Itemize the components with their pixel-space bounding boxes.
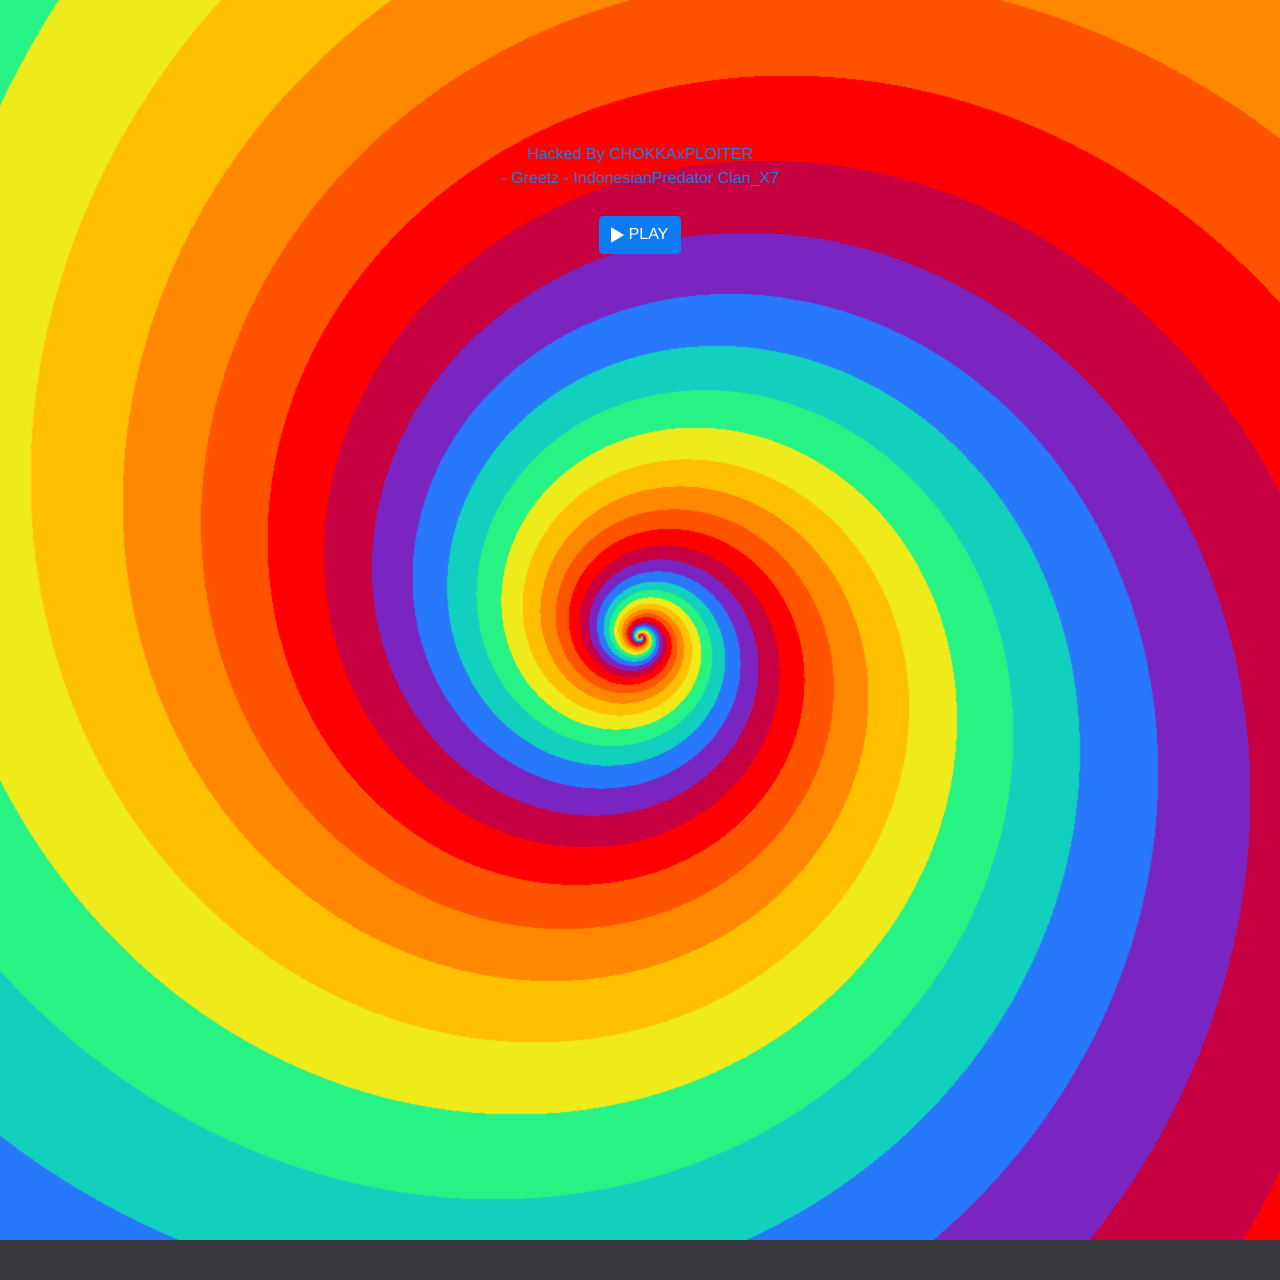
message-block: Hacked By CHOKKAxPLOITER - Greetz - Indo… [0,143,1280,254]
spiral-stage: Hacked By CHOKKAxPLOITER - Greetz - Indo… [0,0,1280,1240]
greetz-text: - Greetz - IndonesianPredator Clan_X7 [501,170,779,187]
play-button[interactable]: PLAY [598,216,682,254]
hacked-by-text: Hacked By CHOKKAxPLOITER [527,146,753,163]
footer-bar [0,1240,1280,1280]
play-button-label: PLAY [628,226,669,243]
play-icon [610,227,624,243]
